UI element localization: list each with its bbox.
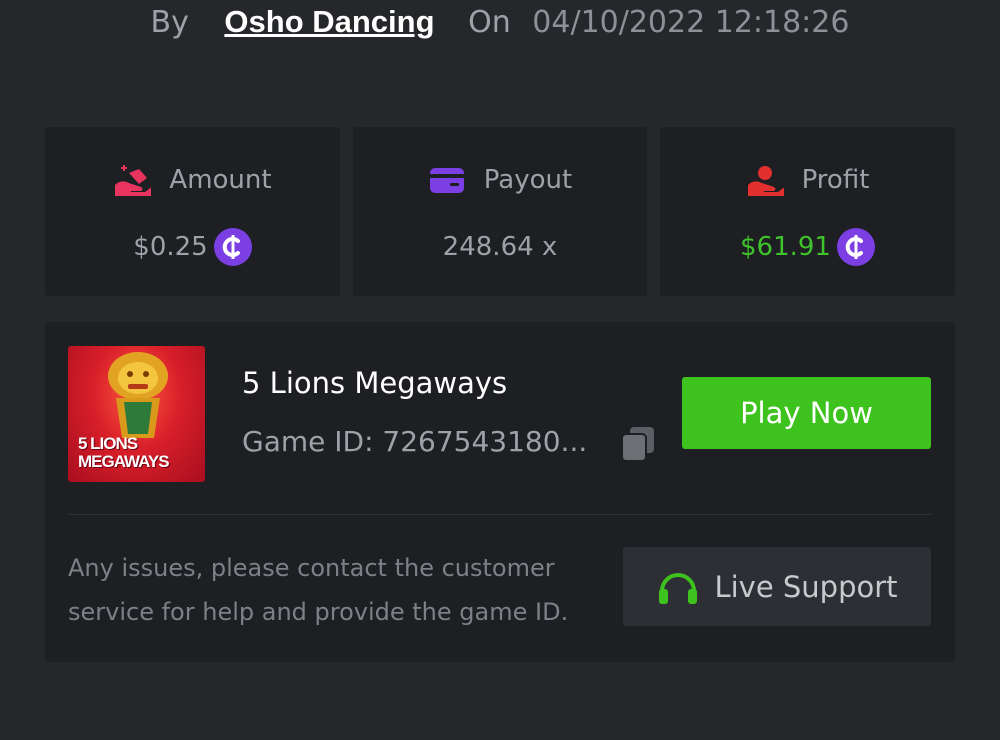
user-link[interactable]: Osho Dancing: [224, 4, 434, 39]
divider: [68, 514, 932, 515]
copy-icon[interactable]: [620, 425, 656, 463]
support-notice: Any issues, please contact the customer …: [68, 554, 569, 626]
stat-amount-header: Amount: [45, 163, 340, 197]
bet-stats: Amount $0.25 Payout 248.64 x Profit $61.…: [45, 127, 955, 296]
hand-money-icon: [747, 166, 784, 196]
bet-byline: By Osho Dancing On 04/10/2022 12:18:26: [0, 4, 1000, 41]
card-icon: [429, 168, 464, 193]
stat-profit-value: $61.91: [740, 232, 831, 262]
game-thumbnail[interactable]: 5 LIONS MEGAWAYS: [68, 346, 205, 482]
stat-payout: Payout 248.64 x: [353, 127, 647, 296]
coin-icon: [213, 228, 252, 266]
game-id: Game ID: 7267543180...: [242, 425, 588, 458]
stat-amount-label: Amount: [169, 165, 272, 195]
stat-amount-value: $0.25: [133, 232, 208, 262]
stat-amount: Amount $0.25: [45, 127, 340, 296]
live-support-button[interactable]: Live Support: [623, 547, 931, 626]
bet-datetime: 04/10/2022 12:18:26: [532, 5, 850, 40]
hand-coin-icon: [115, 165, 152, 196]
stat-payout-value-row: 248.64 x: [353, 228, 647, 266]
stat-payout-header: Payout: [353, 163, 647, 197]
stat-profit: Profit $61.91: [660, 127, 955, 296]
headset-icon: [659, 572, 698, 604]
stat-profit-value-row: $61.91: [660, 228, 955, 266]
on-label: On: [468, 5, 511, 40]
coin-icon: [836, 228, 875, 266]
game-name: 5 Lions Megaways: [242, 366, 508, 400]
by-label: By: [150, 5, 189, 40]
thumb-title-line2: MEGAWAYS: [78, 452, 170, 471]
stat-profit-label: Profit: [801, 165, 870, 195]
stat-payout-value: 248.64 x: [442, 232, 558, 262]
live-support-label: Live Support: [714, 569, 898, 604]
thumb-title-line1: 5 LIONS: [78, 434, 138, 453]
game-card: 5 LIONS MEGAWAYS 5 Lions Megaways Game I…: [45, 322, 955, 662]
play-now-button[interactable]: Play Now: [682, 377, 931, 449]
stat-amount-value-row: $0.25: [45, 228, 340, 266]
stat-profit-header: Profit: [660, 163, 955, 197]
lion-statue-icon: [108, 352, 168, 438]
stat-payout-label: Payout: [483, 165, 573, 195]
